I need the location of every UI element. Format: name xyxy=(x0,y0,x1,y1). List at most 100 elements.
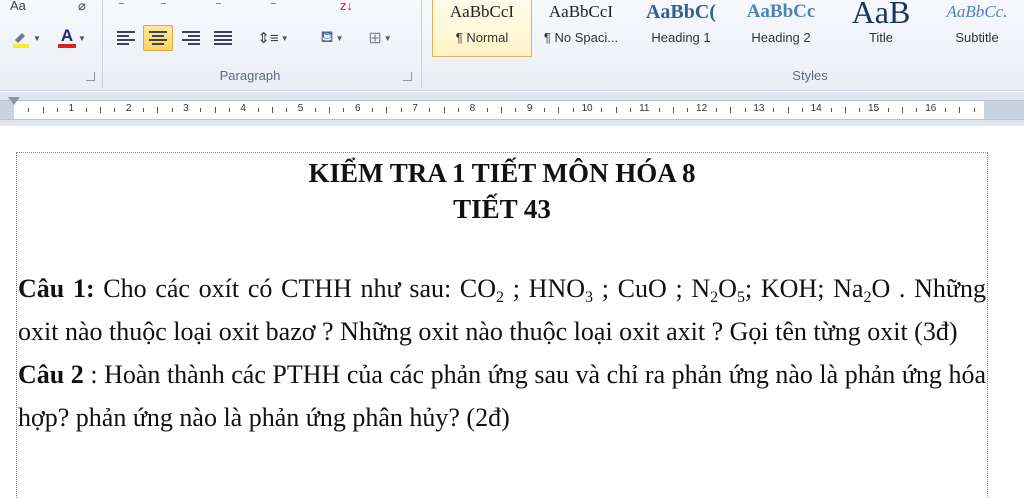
indent-partial-icon[interactable]: ⁻ xyxy=(270,0,277,14)
multilevel-partial-icon[interactable]: ⁻ xyxy=(215,0,222,14)
ribbon: Aa ⌀ ⁻ ⁻ ⁻ ⁻ z↓ ▼ A ▼ ⇕≡ ▼ ⛾ ▼ ⊞ ▼ Parag… xyxy=(0,0,1024,91)
question-1: Câu 1: Cho các oxít có CTHH như sau: CO2… xyxy=(18,274,987,346)
align-center-icon xyxy=(149,31,167,45)
borders-button[interactable]: ⊞ ▼ xyxy=(360,26,400,50)
ruler-tick xyxy=(501,107,503,113)
style-title[interactable]: AaB Title xyxy=(832,0,930,56)
ruler-number: 10 xyxy=(581,103,593,114)
ruler-number: 9 xyxy=(526,103,533,114)
ruler-tick xyxy=(386,107,388,113)
ruler-number: 6 xyxy=(355,103,361,114)
ruler-tick xyxy=(228,108,230,112)
document-body[interactable]: KIỂM TRA 1 TIẾT MÔN HÓA 8 TIẾT 43 Câu 1:… xyxy=(18,155,986,439)
line-spacing-button[interactable]: ⇕≡ ▼ xyxy=(254,26,292,50)
ruler-tick xyxy=(945,108,947,112)
align-center-button[interactable] xyxy=(143,25,173,51)
ruler-tick xyxy=(773,108,775,112)
ruler-tick xyxy=(658,108,660,112)
style-heading-2[interactable]: AaBbCc Heading 2 xyxy=(732,0,830,56)
text-highlight-button[interactable]: ▼ xyxy=(6,26,46,50)
ruler-tick xyxy=(85,108,87,112)
ruler-number: 5 xyxy=(297,103,304,114)
ruler-tick xyxy=(157,107,159,113)
ruler-tick xyxy=(629,108,631,112)
ruler-tick xyxy=(787,107,789,113)
font-color-icon: A xyxy=(58,27,77,48)
align-right-button[interactable] xyxy=(179,26,203,50)
style-no-spacing[interactable]: AaBbCcI ¶ No Spaci... xyxy=(532,0,630,56)
borders-icon: ⊞ xyxy=(368,30,382,47)
ruler-tick xyxy=(486,108,488,112)
ruler-tick xyxy=(801,108,803,112)
ruler-tick xyxy=(343,108,345,112)
document-page[interactable]: KIỂM TRA 1 TIẾT MÔN HÓA 8 TIẾT 43 Câu 1:… xyxy=(0,127,1024,498)
ruler-tick xyxy=(372,108,374,112)
ruler-tick xyxy=(429,108,431,112)
font-color-button[interactable]: A ▼ xyxy=(52,26,92,50)
paragraph-dialog-launcher[interactable] xyxy=(403,72,412,81)
ruler-tick xyxy=(959,107,961,113)
ruler-tick xyxy=(572,108,574,112)
question-2: Câu 2 : Hoàn thành các PTHH của các phản… xyxy=(18,360,986,432)
ruler-number: 1 xyxy=(68,103,75,114)
ruler-tick xyxy=(672,107,674,113)
ruler-tick xyxy=(400,108,402,112)
indent-marker-icon[interactable] xyxy=(8,97,20,105)
ruler-tick xyxy=(973,108,975,112)
style-heading-1[interactable]: AaBbC( Heading 1 xyxy=(632,0,730,56)
ruler-tick xyxy=(271,107,273,113)
ruler-tick xyxy=(114,108,116,112)
ruler-tick xyxy=(887,108,889,112)
align-left-button[interactable] xyxy=(114,26,138,50)
ruler-tick xyxy=(601,108,603,112)
font-dialog-launcher[interactable] xyxy=(86,72,95,81)
ruler-tick xyxy=(744,108,746,112)
align-right-icon xyxy=(182,31,200,45)
ruler-tick xyxy=(56,108,58,112)
clear-format-partial-icon[interactable]: ⌀ xyxy=(78,0,86,14)
doc-subtitle: TIẾT 43 xyxy=(453,194,551,224)
ruler-tick xyxy=(902,107,904,113)
ruler-tick xyxy=(615,107,617,113)
ruler-number: 16 xyxy=(925,103,937,114)
ruler-number: 14 xyxy=(810,103,822,114)
ruler-tick xyxy=(99,107,101,113)
ruler-tick xyxy=(257,108,259,112)
ruler-tick xyxy=(830,108,832,112)
paint-bucket-icon: ⛾ xyxy=(320,29,334,46)
style-subtitle[interactable]: AaBbCc. Subtitle xyxy=(930,0,1024,56)
ruler-number: 7 xyxy=(412,103,418,114)
ruler-tick xyxy=(730,107,732,113)
justify-button[interactable] xyxy=(211,26,235,50)
ruler-tick xyxy=(286,108,288,112)
ruler-tick xyxy=(458,108,460,112)
numbering-partial-icon[interactable]: ⁻ xyxy=(160,0,167,14)
ruler-tick xyxy=(42,107,44,113)
ruler-tick xyxy=(515,108,517,112)
sort-partial-icon[interactable]: z↓ xyxy=(340,0,353,13)
ruler-tick xyxy=(859,108,861,112)
question-1-label: Câu 1: xyxy=(18,274,95,303)
paragraph-group-label: Paragraph xyxy=(219,68,281,83)
highlighter-icon xyxy=(13,33,30,48)
ruler-number: 2 xyxy=(125,103,132,114)
font-size-partial[interactable]: Aa xyxy=(10,0,26,13)
ruler-tick xyxy=(171,108,173,112)
styles-group-label: Styles xyxy=(792,68,828,83)
shading-button[interactable]: ⛾ ▼ xyxy=(312,26,352,50)
ruler-tick xyxy=(200,108,202,112)
doc-title: KIỂM TRA 1 TIẾT MÔN HÓA 8 xyxy=(308,158,696,188)
justify-icon xyxy=(214,31,232,45)
question-2-label: Câu 2 xyxy=(18,360,84,389)
ruler-tick xyxy=(329,107,331,113)
ruler-tick xyxy=(443,107,445,113)
ruler-tick xyxy=(544,108,546,112)
ruler-tick xyxy=(142,108,144,112)
ruler-tick xyxy=(558,107,560,113)
ruler-number: 12 xyxy=(696,103,708,114)
ruler-tick xyxy=(916,108,918,112)
bullets-partial-icon[interactable]: ⁻ xyxy=(118,0,125,14)
horizontal-ruler[interactable]: 1 2 3 4 5 6 7 8 9 10 11 12 13 14 15 16 xyxy=(0,97,1024,120)
style-normal[interactable]: AaBbCcI ¶ Normal xyxy=(432,0,532,57)
align-left-icon xyxy=(117,31,135,45)
